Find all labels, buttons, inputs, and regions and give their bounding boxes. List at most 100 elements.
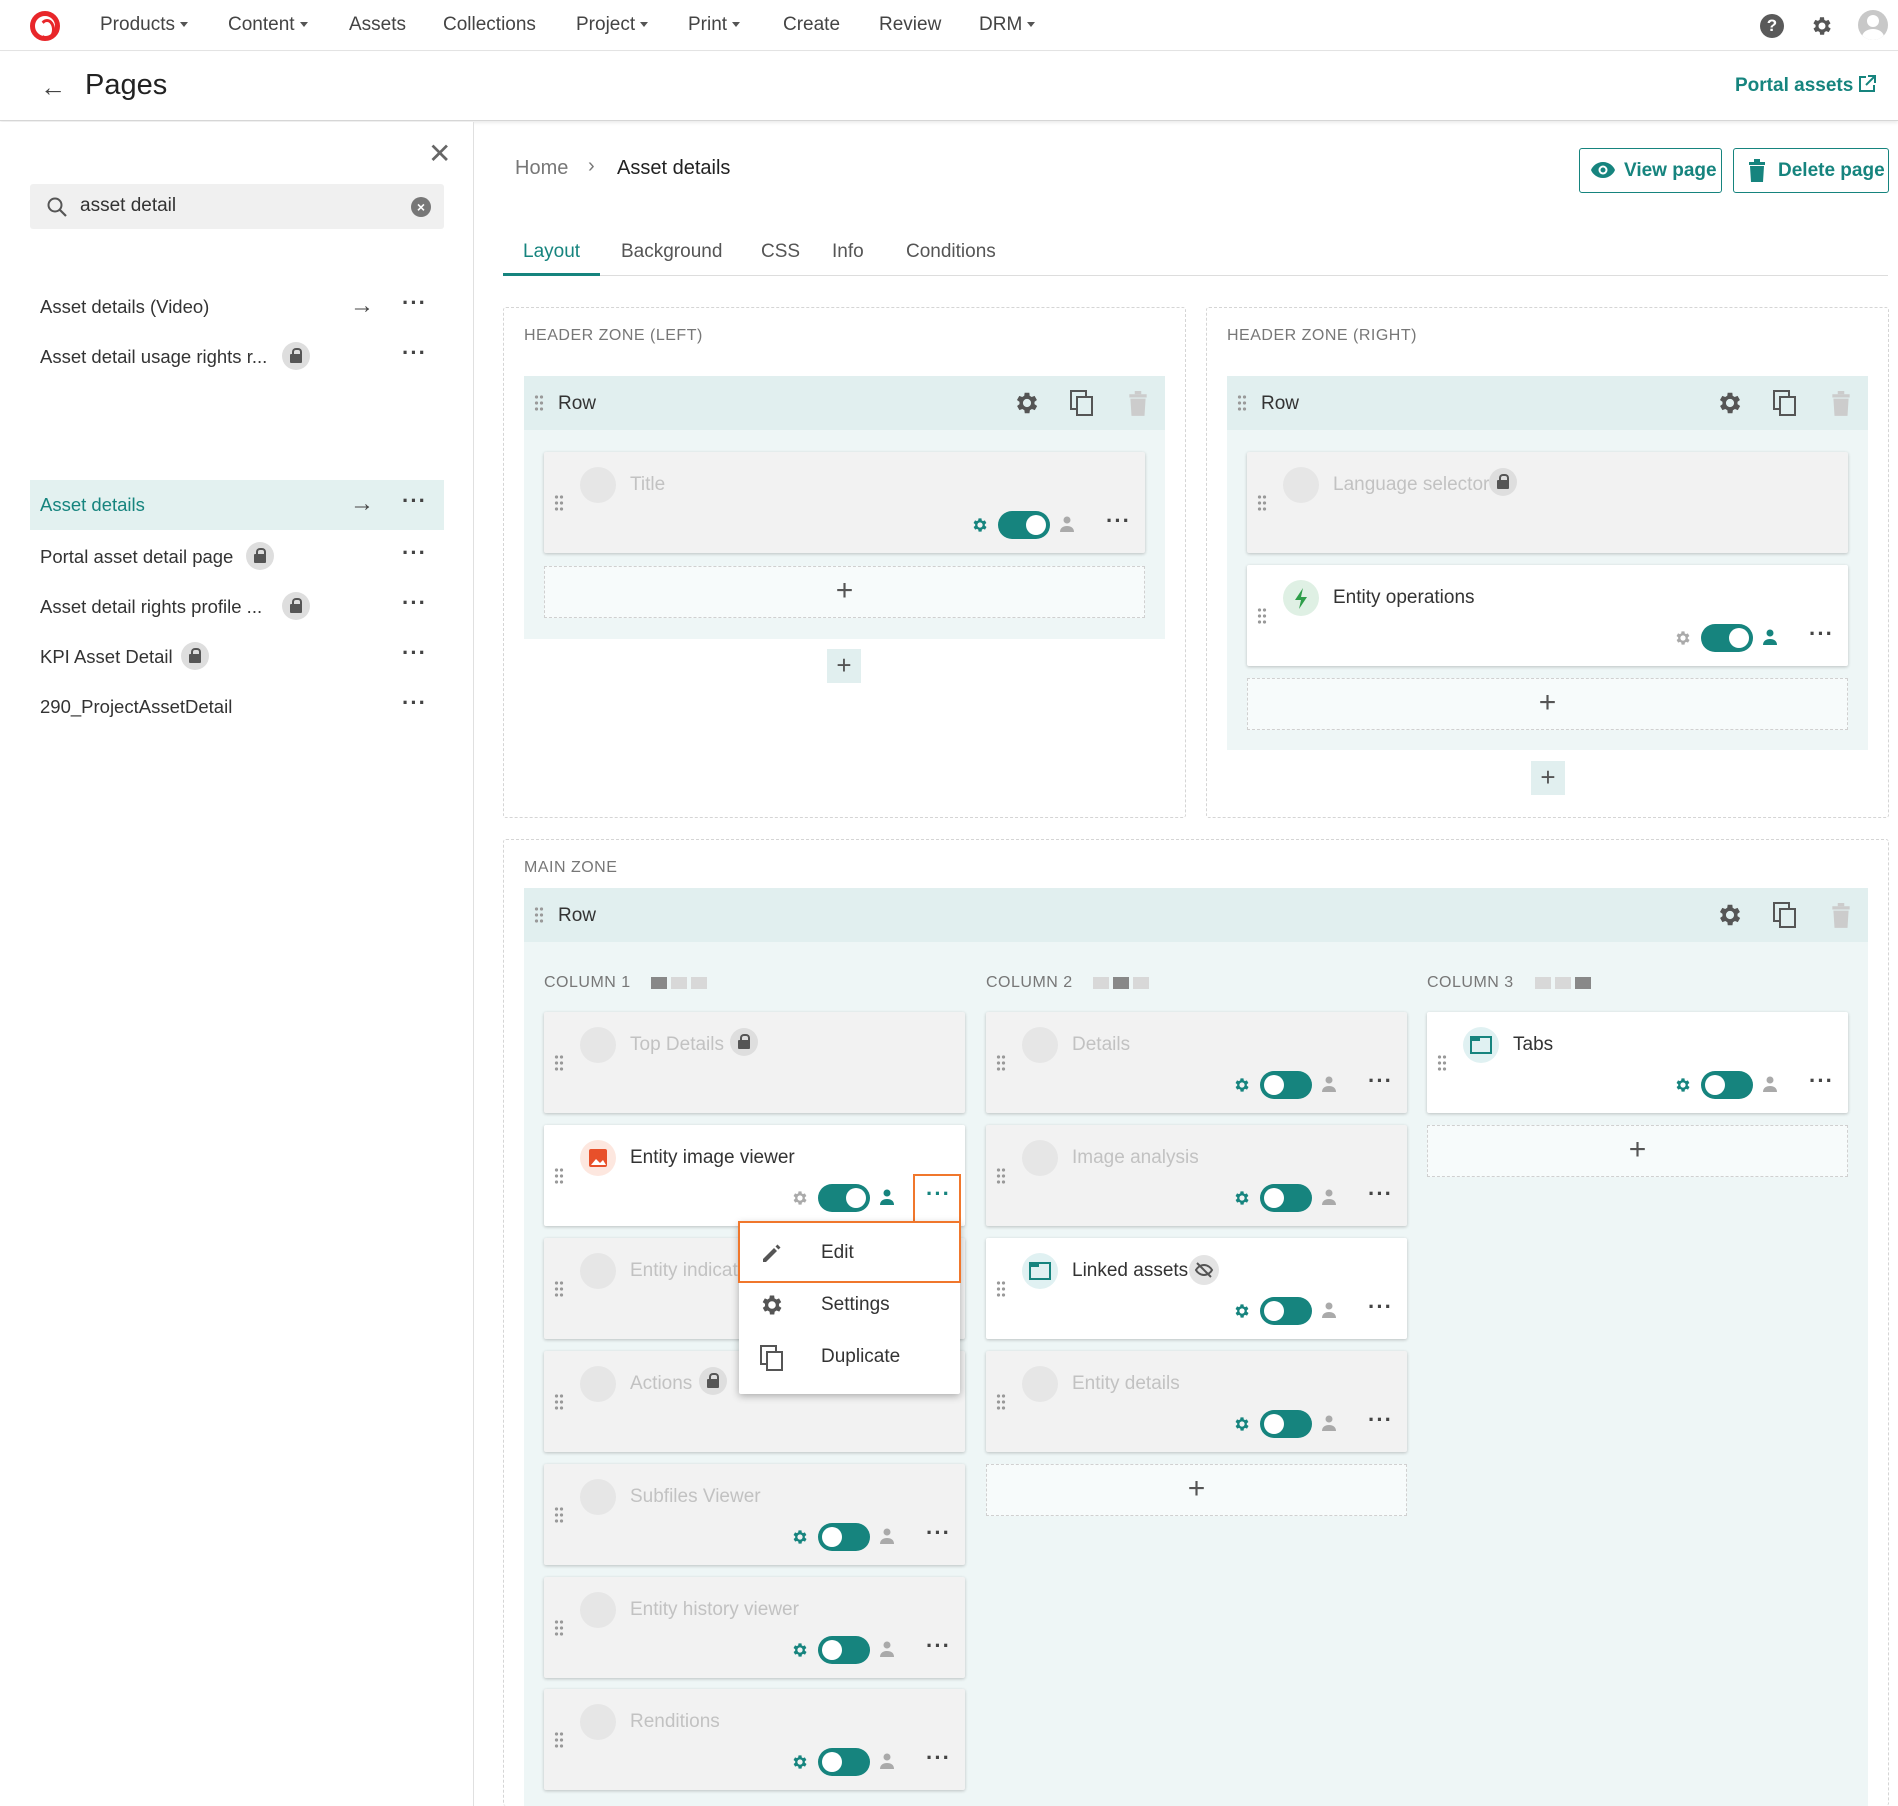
drag-handle-icon[interactable] bbox=[554, 1393, 564, 1411]
more-options-icon[interactable]: ··· bbox=[926, 1633, 951, 1659]
person-icon[interactable] bbox=[1322, 1189, 1336, 1205]
drag-handle-icon[interactable] bbox=[534, 906, 544, 924]
gear-icon[interactable] bbox=[1233, 1076, 1251, 1094]
tab-info[interactable]: Info bbox=[832, 241, 864, 263]
drag-handle-icon[interactable] bbox=[554, 1619, 564, 1637]
more-options-icon[interactable]: ··· bbox=[402, 640, 427, 666]
clear-search-icon[interactable]: × bbox=[411, 197, 431, 217]
close-icon[interactable]: ✕ bbox=[428, 140, 451, 168]
drag-handle-icon[interactable] bbox=[1237, 394, 1247, 412]
person-icon[interactable] bbox=[1763, 629, 1777, 645]
copy-icon[interactable] bbox=[1772, 389, 1798, 417]
person-icon[interactable] bbox=[880, 1189, 894, 1205]
person-icon[interactable] bbox=[880, 1753, 894, 1769]
more-options-icon[interactable]: ··· bbox=[926, 1745, 951, 1771]
widget-card[interactable]: Title ··· bbox=[544, 452, 1145, 553]
gear-icon[interactable] bbox=[1233, 1189, 1251, 1207]
person-icon[interactable] bbox=[1322, 1302, 1336, 1318]
copy-icon[interactable] bbox=[1069, 389, 1095, 417]
arrow-right-icon[interactable]: → bbox=[350, 490, 374, 518]
widget-card[interactable]: Top Details bbox=[544, 1012, 965, 1113]
widget-card[interactable]: Language selector bbox=[1247, 452, 1848, 553]
more-options-icon[interactable]: ··· bbox=[1809, 621, 1834, 647]
widget-card[interactable]: Entity details ··· bbox=[986, 1351, 1407, 1452]
person-icon[interactable] bbox=[880, 1641, 894, 1657]
brand-logo[interactable] bbox=[30, 11, 60, 41]
user-avatar[interactable] bbox=[1858, 10, 1888, 40]
visibility-toggle[interactable] bbox=[1260, 1410, 1312, 1438]
nav-print[interactable]: Print bbox=[688, 14, 741, 36]
widget-card[interactable]: Tabs ··· bbox=[1427, 1012, 1848, 1113]
person-icon[interactable] bbox=[1763, 1076, 1777, 1092]
gear-icon[interactable] bbox=[1674, 629, 1692, 647]
external-link-icon[interactable] bbox=[1856, 73, 1878, 95]
sidebar-item-portal-asset-detail-page[interactable]: Portal asset detail page ··· bbox=[30, 532, 444, 582]
more-options-icon[interactable]: ··· bbox=[1106, 508, 1131, 534]
add-row-button[interactable]: + bbox=[827, 649, 861, 683]
search-field[interactable]: × bbox=[30, 184, 444, 229]
gear-icon[interactable] bbox=[791, 1528, 809, 1546]
more-options-icon[interactable]: ··· bbox=[402, 690, 427, 716]
tab-layout[interactable]: Layout bbox=[523, 241, 580, 263]
sidebar-item-kpi-asset-detail[interactable]: KPI Asset Detail ··· bbox=[30, 632, 444, 682]
gear-icon[interactable] bbox=[1233, 1302, 1251, 1320]
menu-item-duplicate[interactable]: Duplicate bbox=[739, 1331, 960, 1383]
drag-handle-icon[interactable] bbox=[554, 1506, 564, 1524]
add-widget-button[interactable]: + bbox=[1427, 1125, 1848, 1177]
gear-icon[interactable] bbox=[1716, 389, 1744, 417]
widget-card[interactable]: Renditions ··· bbox=[544, 1689, 965, 1790]
nav-products[interactable]: Products bbox=[100, 14, 188, 36]
visibility-toggle[interactable] bbox=[998, 511, 1050, 539]
trash-icon[interactable] bbox=[1127, 391, 1149, 417]
tab-background[interactable]: Background bbox=[621, 241, 722, 263]
gear-icon[interactable] bbox=[791, 1641, 809, 1659]
visibility-toggle[interactable] bbox=[1701, 1071, 1753, 1099]
tab-css[interactable]: CSS bbox=[761, 241, 800, 263]
widget-card[interactable]: Image analysis ··· bbox=[986, 1125, 1407, 1226]
more-options-icon[interactable]: ··· bbox=[402, 290, 427, 316]
drag-handle-icon[interactable] bbox=[554, 1731, 564, 1749]
drag-handle-icon[interactable] bbox=[554, 1054, 564, 1072]
search-input[interactable] bbox=[80, 195, 380, 217]
drag-handle-icon[interactable] bbox=[534, 394, 544, 412]
gear-icon[interactable] bbox=[791, 1189, 809, 1207]
more-options-icon[interactable]: ··· bbox=[1368, 1068, 1393, 1094]
more-options-icon[interactable]: ··· bbox=[402, 340, 427, 366]
more-options-icon[interactable]: ··· bbox=[1368, 1181, 1393, 1207]
more-options-icon[interactable]: ··· bbox=[402, 540, 427, 566]
more-options-icon[interactable]: ··· bbox=[402, 488, 427, 514]
arrow-right-icon[interactable]: → bbox=[350, 292, 374, 320]
widget-card[interactable]: Linked assets ··· bbox=[986, 1238, 1407, 1339]
person-icon[interactable] bbox=[1060, 516, 1074, 532]
nav-project[interactable]: Project bbox=[576, 14, 649, 36]
delete-page-button[interactable]: Delete page bbox=[1733, 148, 1889, 193]
copy-icon[interactable] bbox=[1772, 901, 1798, 929]
widget-card[interactable]: Subfiles Viewer ··· bbox=[544, 1464, 965, 1565]
visibility-toggle[interactable] bbox=[1260, 1184, 1312, 1212]
drag-handle-icon[interactable] bbox=[554, 494, 564, 512]
gear-icon[interactable] bbox=[1233, 1415, 1251, 1433]
drag-handle-icon[interactable] bbox=[996, 1167, 1006, 1185]
drag-handle-icon[interactable] bbox=[996, 1280, 1006, 1298]
sidebar-item-asset-details-video[interactable]: Asset details (Video) → ··· bbox=[30, 282, 444, 332]
widget-card[interactable]: Details ··· bbox=[986, 1012, 1407, 1113]
gear-icon[interactable] bbox=[971, 516, 989, 534]
breadcrumb-home[interactable]: Home bbox=[515, 157, 568, 180]
gear-icon[interactable] bbox=[1674, 1076, 1692, 1094]
add-widget-button[interactable]: + bbox=[1247, 678, 1848, 730]
back-arrow-icon[interactable]: ← bbox=[40, 74, 66, 100]
gear-icon[interactable] bbox=[1810, 14, 1834, 38]
add-row-button[interactable]: + bbox=[1531, 761, 1565, 795]
more-options-icon[interactable]: ··· bbox=[1368, 1294, 1393, 1320]
drag-handle-icon[interactable] bbox=[1437, 1054, 1447, 1072]
drag-handle-icon[interactable] bbox=[554, 1167, 564, 1185]
view-page-button[interactable]: View page bbox=[1579, 148, 1722, 193]
gear-icon[interactable] bbox=[1716, 901, 1744, 929]
widget-card[interactable]: Entity operations ··· bbox=[1247, 565, 1848, 666]
more-options-icon[interactable]: ··· bbox=[402, 590, 427, 616]
more-options-icon[interactable]: ··· bbox=[1368, 1407, 1393, 1433]
widget-card[interactable]: Entity history viewer ··· bbox=[544, 1577, 965, 1678]
more-options-icon[interactable]: ··· bbox=[1809, 1068, 1834, 1094]
drag-handle-icon[interactable] bbox=[996, 1393, 1006, 1411]
more-options-icon[interactable]: ··· bbox=[926, 1520, 951, 1546]
